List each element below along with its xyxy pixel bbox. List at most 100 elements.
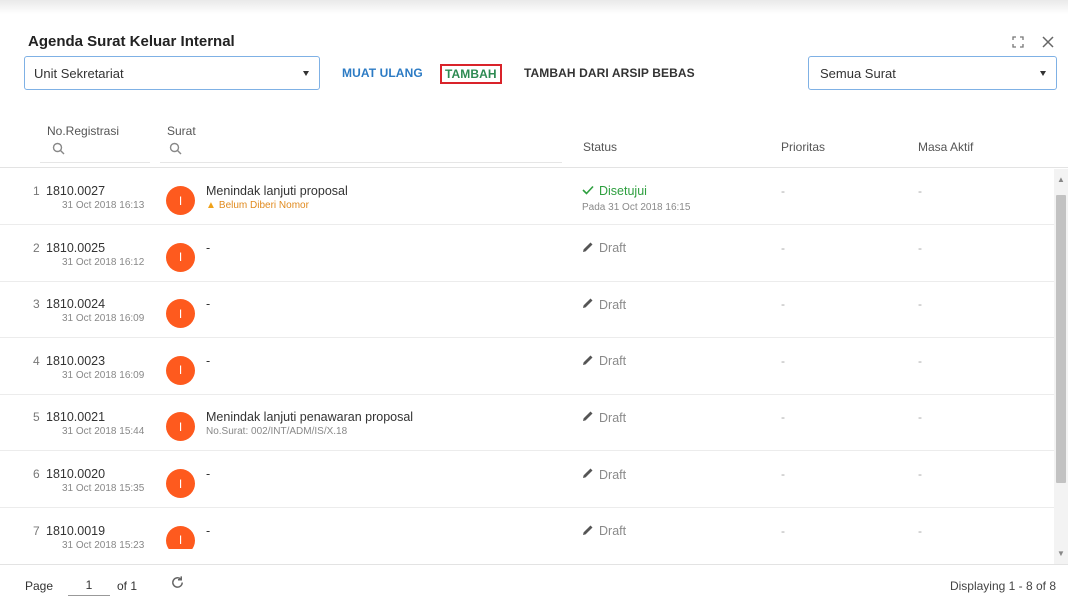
row-number: 6 [33,467,40,481]
column-header-surat[interactable]: Surat [167,124,196,138]
active-period-value: - [918,523,922,538]
letter-subject[interactable]: Menindak lanjuti penawaran proposal [206,410,413,424]
filter-select[interactable]: Semua Surat [808,56,1057,90]
status-label: Draft [599,524,627,539]
table-row[interactable]: 4 1810.0023 31 Oct 2018 16:09 I - Draft - - [0,339,1054,395]
warning-icon: ▲ [206,200,216,211]
page-number-input[interactable] [68,574,110,596]
priority-value: - [781,353,785,368]
table-row[interactable]: 3 1810.0024 31 Oct 2018 16:09 I - Draft - - [0,282,1054,339]
row-number: 1 [33,184,40,198]
registration-date: 31 Oct 2018 16:09 [62,369,145,381]
status-label: Draft [599,410,627,425]
grid-body: 1 1810.0027 31 Oct 2018 16:13 I Menindak lan… [0,169,1054,549]
status-label: Disetujui [599,184,647,198]
status-badge: Draft [582,241,626,256]
table-row[interactable]: 2 1810.0025 31 Oct 2018 16:12 I - Draft - - [0,226,1054,282]
search-icon[interactable] [52,142,66,156]
active-period-value: - [918,467,922,481]
chevron-down-icon [303,71,309,76]
active-period-value: - [918,353,922,368]
registration-date: 31 Oct 2018 15:44 [62,426,145,438]
refresh-icon[interactable] [170,575,186,591]
scroll-down-icon[interactable]: ▼ [1055,549,1067,561]
column-header-no-registrasi[interactable]: No.Registrasi [47,124,119,138]
avatar: I [166,186,195,215]
status-date: Pada 31 Oct 2018 16:15 [582,202,691,213]
status-label: Draft [599,297,627,312]
pencil-icon [582,524,594,539]
table-row[interactable]: 6 1810.0020 31 Oct 2018 15:35 I - Draft - - [0,452,1054,508]
letter-subject[interactable]: Menindak lanjuti proposal [206,184,348,198]
window-controls [1010,34,1056,50]
registration-number: 1810.0024 [46,297,106,312]
status-label: Draft [599,354,627,369]
letter-subject[interactable]: - [206,241,210,255]
row-number: 4 [33,353,40,368]
active-period-value: - [918,184,922,198]
check-icon [582,184,594,198]
maximize-icon[interactable] [1010,34,1026,50]
letter-subject[interactable]: - [206,297,210,311]
row-number: 7 [33,523,40,538]
status-label: Draft [599,467,627,482]
registration-number: 1810.0021 [46,410,106,425]
status-badge: Draft [582,467,626,482]
pencil-icon [582,241,594,256]
status-badge: Disetujui [582,184,647,198]
column-header-masa-aktif[interactable]: Masa Aktif [918,140,973,154]
close-icon[interactable] [1040,34,1056,50]
status-badge: Draft [582,297,626,312]
page-label: Page [25,579,54,593]
registration-date: 31 Oct 2018 15:35 [62,483,145,494]
displaying-info: Displaying 1 - 8 of 8 [949,579,1056,593]
muat-ulang-button[interactable]: MUAT ULANG [342,56,423,90]
table-row[interactable]: 7 1810.0019 31 Oct 2018 15:23 I - Draft - - [0,509,1054,549]
active-period-value: - [918,297,922,312]
column-header-prioritas[interactable]: Prioritas [781,140,825,154]
search-icon[interactable] [169,142,183,156]
chevron-down-icon [1040,71,1046,76]
unit-select-value: Unit Sekretariat [34,65,124,81]
status-label: Draft [599,241,627,256]
number-warning: ▲ Belum Diberi Nomor [206,200,309,211]
letter-subject[interactable]: - [206,467,210,481]
registration-date: 31 Oct 2018 16:13 [62,200,145,211]
pencil-icon [582,410,594,425]
letter-number: No.Surat: 002/INT/ADM/IS/X.18 [206,426,347,437]
unit-select[interactable]: Unit Sekretariat [24,56,320,90]
tambah-arsip-bebas-button[interactable]: TAMBAH DARI ARSIP BEBAS [524,56,695,90]
top-shadow [0,0,1068,14]
avatar: I [166,412,195,442]
priority-value: - [781,467,785,481]
priority-value: - [781,523,785,538]
filter-field-surat[interactable] [160,162,562,163]
registration-number: 1810.0025 [46,240,106,255]
scroll-up-icon[interactable]: ▲ [1055,175,1067,187]
filter-select-value: Semua Surat [820,65,896,81]
priority-value: - [781,240,785,255]
letter-subject[interactable]: - [206,354,210,368]
subtext: No.Surat: 002/INT/ADM/IS/X.18 [206,426,348,438]
avatar: I [166,469,195,498]
column-header-status[interactable]: Status [583,140,617,154]
registration-number: 1810.0019 [46,523,106,538]
table-row[interactable]: 5 1810.0021 31 Oct 2018 15:44 I Menindak lan… [0,395,1054,452]
avatar: I [166,355,195,385]
letter-subject[interactable]: - [206,524,210,538]
filter-field-no-registrasi[interactable] [40,162,150,163]
avatar: I [166,525,195,549]
table-row[interactable]: 1 1810.0027 31 Oct 2018 16:13 I Menindak lan… [0,169,1054,225]
scroll-thumb[interactable] [1056,195,1066,483]
pencil-icon [582,297,594,312]
subtext: Belum Diberi Nomor [218,200,309,211]
paging-toolbar: Page of 1 Displaying 1 - 8 of 8 [0,564,1068,599]
pencil-icon [582,354,594,369]
status-badge: Draft [582,354,626,369]
dialog-title: Agenda Surat Keluar Internal [28,33,235,50]
row-number: 3 [33,297,40,312]
registration-number: 1810.0020 [46,467,106,481]
active-period-value: - [918,240,922,255]
tambah-button[interactable]: TAMBAH [440,64,502,84]
toolbar: Unit Sekretariat MUAT ULANG TAMBAH TAMBA… [24,56,1057,90]
